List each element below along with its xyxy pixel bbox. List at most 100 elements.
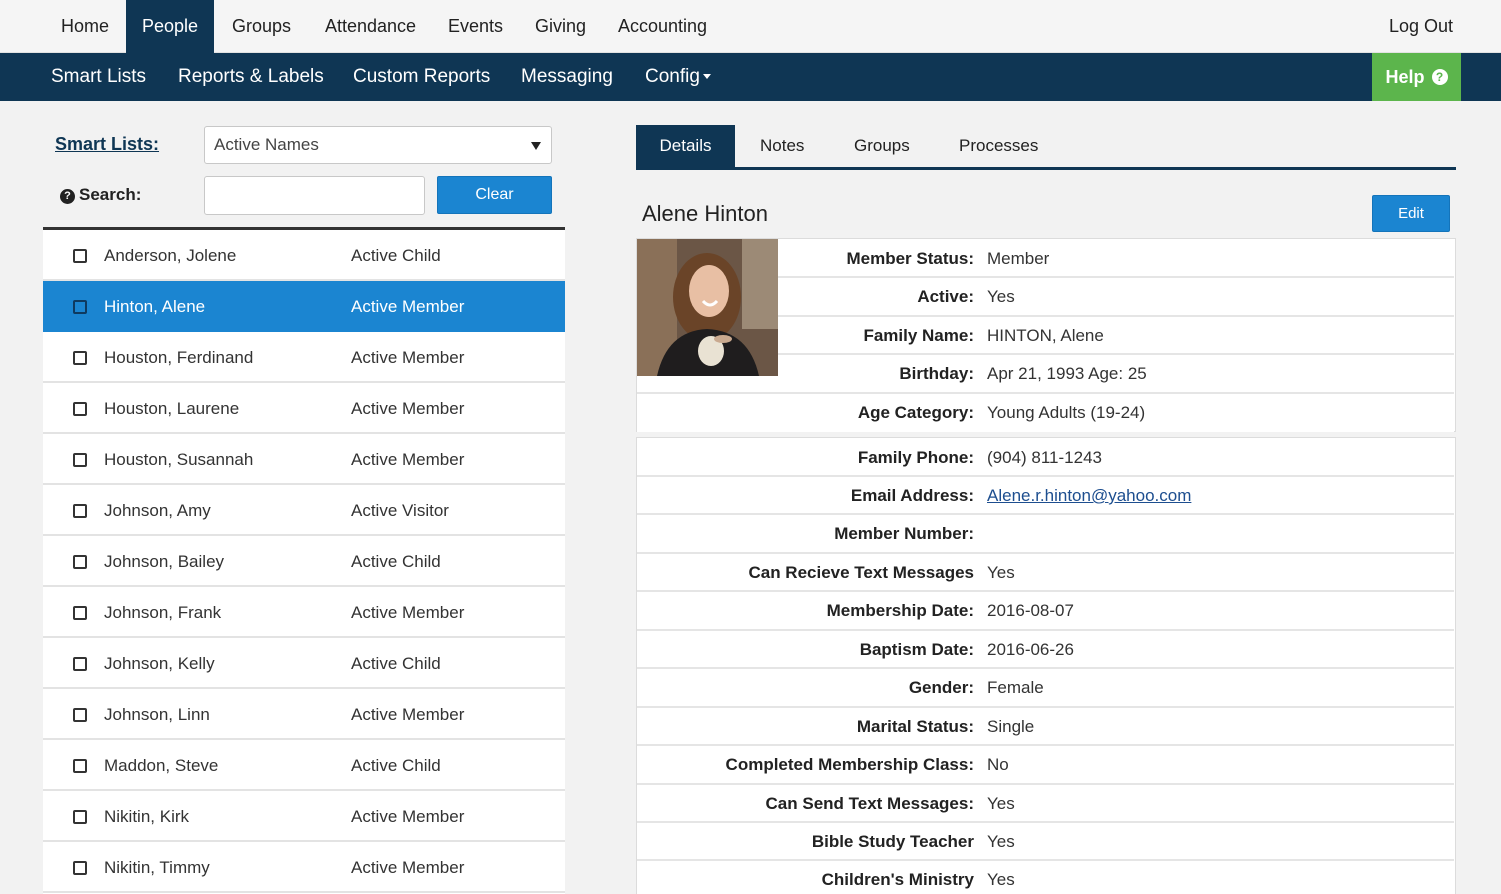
smart-lists-link[interactable]: Smart Lists:: [55, 134, 159, 155]
list-item[interactable]: Johnson, Kelly Active Child: [43, 638, 565, 689]
tab-groups[interactable]: Groups: [854, 125, 910, 167]
field-label: Can Send Text Messages:: [765, 794, 974, 813]
subnav-messaging[interactable]: Messaging: [521, 53, 613, 101]
people-list: Anderson, Jolene Active Child Hinton, Al…: [43, 227, 565, 894]
field-label: Membership Date:: [826, 601, 974, 620]
subnav-reports-labels[interactable]: Reports & Labels: [178, 53, 324, 101]
field-value: (904) 811-1243: [987, 448, 1102, 467]
list-item[interactable]: Nikitin, Kirk Active Member: [43, 791, 565, 842]
field-row: Can Recieve Text Messages Yes: [637, 554, 1454, 592]
person-status: Active Member: [351, 297, 465, 316]
edit-button[interactable]: Edit: [1372, 195, 1450, 232]
list-item[interactable]: Nikitin, Timmy Active Member: [43, 842, 565, 893]
nav-giving[interactable]: Giving: [517, 0, 604, 53]
field-label: Can Recieve Text Messages: [748, 563, 974, 582]
field-row: Email Address: Alene.r.hinton@yahoo.com: [637, 477, 1454, 515]
person-name: Johnson, Linn: [104, 705, 210, 724]
subnav-custom-reports[interactable]: Custom Reports: [353, 53, 490, 101]
field-label: Completed Membership Class:: [725, 755, 974, 774]
field-row: Baptism Date: 2016-06-26: [637, 631, 1454, 669]
person-status: Active Visitor: [351, 501, 449, 520]
list-item[interactable]: Johnson, Frank Active Member: [43, 587, 565, 638]
row-checkbox[interactable]: [73, 657, 87, 671]
field-row: Member Number:: [637, 515, 1454, 554]
row-checkbox[interactable]: [73, 759, 87, 773]
sub-nav: Smart Lists Reports & Labels Custom Repo…: [0, 53, 1501, 101]
field-label: Baptism Date:: [859, 640, 974, 659]
list-item[interactable]: Maddon, Steve Active Child: [43, 740, 565, 791]
field-label: Bible Study Teacher: [811, 832, 974, 851]
row-checkbox[interactable]: [73, 453, 87, 467]
dropdown-arrow-icon: [531, 142, 541, 150]
row-checkbox[interactable]: [73, 861, 87, 875]
field-row: Gender: Female: [637, 669, 1454, 708]
person-name: Johnson, Amy: [104, 501, 211, 520]
subnav-smart-lists[interactable]: Smart Lists: [51, 53, 146, 101]
field-row: Marital Status: Single: [637, 708, 1454, 746]
person-name: Nikitin, Timmy: [104, 858, 210, 877]
row-checkbox[interactable]: [73, 300, 87, 314]
row-checkbox[interactable]: [73, 351, 87, 365]
nav-groups[interactable]: Groups: [214, 0, 309, 53]
row-checkbox[interactable]: [73, 810, 87, 824]
search-label: ? Search:: [60, 185, 141, 205]
row-checkbox[interactable]: [73, 504, 87, 518]
row-checkbox[interactable]: [73, 249, 87, 263]
person-status: Active Member: [351, 603, 465, 622]
person-status: Active Child: [351, 756, 441, 775]
field-label: Age Category:: [857, 403, 974, 422]
help-label: Help: [1385, 67, 1425, 87]
person-name: Houston, Laurene: [104, 399, 240, 418]
field-label: Family Phone:: [857, 448, 974, 467]
field-value: Yes: [987, 563, 1015, 582]
field-value: Single: [987, 717, 1035, 736]
field-value: Yes: [987, 870, 1015, 889]
person-name: Maddon, Steve: [104, 756, 219, 775]
person-status: Active Member: [351, 348, 465, 367]
nav-events[interactable]: Events: [430, 0, 521, 53]
field-label: Gender:: [908, 678, 974, 697]
email-link[interactable]: Alene.r.hinton@yahoo.com: [987, 486, 1191, 506]
nav-home[interactable]: Home: [43, 0, 127, 53]
person-status: Active Child: [351, 654, 441, 673]
caret-down-icon: [702, 74, 711, 80]
person-status: Active Member: [351, 450, 465, 469]
row-checkbox[interactable]: [73, 606, 87, 620]
smart-list-select[interactable]: Active Names: [204, 126, 552, 164]
search-input[interactable]: [204, 176, 425, 215]
tab-details[interactable]: Details: [636, 125, 735, 167]
person-name: Johnson, Kelly: [104, 654, 215, 673]
field-value: Yes: [987, 287, 1015, 306]
list-item[interactable]: Johnson, Amy Active Visitor: [43, 485, 565, 536]
list-item[interactable]: Johnson, Bailey Active Child: [43, 536, 565, 587]
tab-notes[interactable]: Notes: [760, 125, 804, 167]
field-value: Member: [987, 249, 1050, 268]
nav-attendance[interactable]: Attendance: [307, 0, 434, 53]
tab-processes[interactable]: Processes: [959, 125, 1038, 167]
row-checkbox[interactable]: [73, 402, 87, 416]
list-item[interactable]: Houston, Laurene Active Member: [43, 383, 565, 434]
nav-people[interactable]: People: [126, 0, 214, 53]
subnav-config[interactable]: Config: [645, 53, 711, 101]
person-full-name: Alene Hinton: [642, 201, 768, 226]
list-item[interactable]: Johnson, Linn Active Member: [43, 689, 565, 740]
person-status: Active Member: [351, 858, 465, 877]
field-label: Marital Status:: [856, 717, 974, 736]
list-item-selected[interactable]: Hinton, Alene Active Member: [43, 281, 565, 332]
nav-accounting[interactable]: Accounting: [600, 0, 725, 53]
field-value: Yes: [987, 832, 1015, 851]
list-item[interactable]: Houston, Susannah Active Member: [43, 434, 565, 485]
person-status: Active Member: [351, 705, 465, 724]
logout-link[interactable]: Log Out: [1371, 0, 1471, 53]
profile-photo: [637, 239, 778, 376]
row-checkbox[interactable]: [73, 708, 87, 722]
row-checkbox[interactable]: [73, 555, 87, 569]
list-item[interactable]: Anderson, Jolene Active Child: [43, 230, 565, 281]
clear-button[interactable]: Clear: [437, 176, 552, 214]
field-row: Children's Ministry Yes: [637, 861, 1454, 894]
field-row: Family Phone: (904) 811-1243: [637, 438, 1454, 477]
list-item[interactable]: Houston, Ferdinand Active Member: [43, 332, 565, 383]
smart-list-value: Active Names: [214, 135, 319, 154]
question-icon[interactable]: ?: [60, 189, 75, 204]
help-button[interactable]: Help ?: [1372, 53, 1461, 101]
